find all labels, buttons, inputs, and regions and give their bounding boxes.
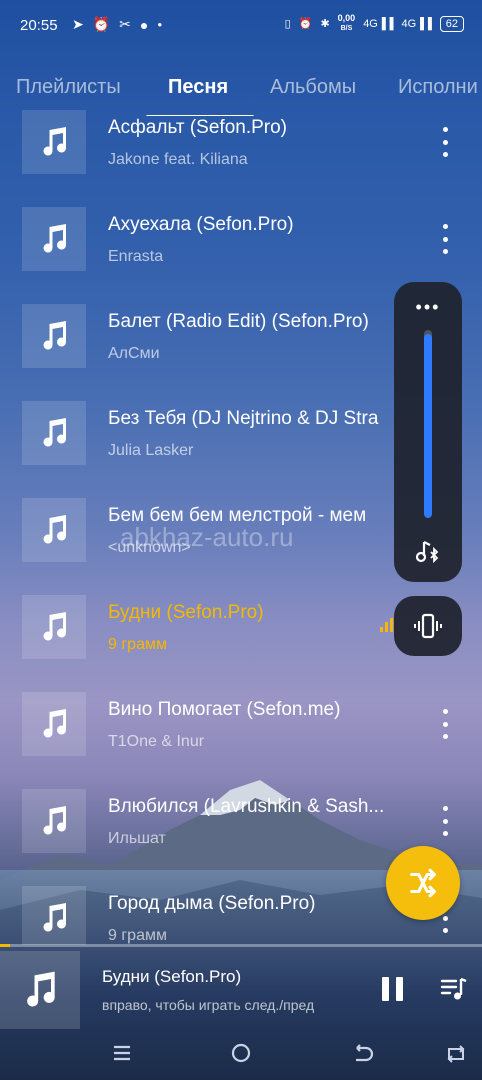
- music-note-icon: [43, 127, 67, 156]
- back-nav-icon[interactable]: [350, 1041, 374, 1065]
- now-playing-art: [0, 951, 80, 1029]
- menu-nav-icon[interactable]: [110, 1041, 134, 1065]
- more-options-icon[interactable]: [436, 127, 454, 157]
- net-speed: 0,00 B/S: [338, 14, 356, 33]
- alarm-icon: ⏰: [92, 16, 111, 32]
- vibrate-toggle-button[interactable]: [394, 596, 462, 656]
- signal-4g-1: 4G▐▐: [363, 17, 394, 30]
- more-options-icon[interactable]: [436, 806, 454, 836]
- shuffle-button[interactable]: [386, 846, 460, 920]
- tab-indicator: [146, 115, 254, 116]
- album-art-placeholder: [22, 110, 86, 174]
- album-art-placeholder: [22, 886, 86, 945]
- song-title: Будни (Sefon.Pro): [108, 602, 264, 623]
- status-bar: 20:55 ➤ ⏰ ✂ ● ● ▯ ⏰ ✱ 0,00 B/S 4G▐▐ 4G▐▐…: [0, 0, 482, 56]
- song-title: Балет (Radio Edit) (Sefon.Pro): [108, 311, 369, 332]
- song-title: Ахуехала (Sefon.Pro): [108, 214, 294, 235]
- song-row[interactable]: Вино Помогает (Sefon.me) T1One & Inur: [0, 677, 482, 774]
- album-art-placeholder: [22, 692, 86, 756]
- recents-nav-icon[interactable]: [444, 1041, 468, 1065]
- queue-icon[interactable]: [440, 975, 468, 1003]
- net1-label: 4G: [363, 17, 378, 30]
- battery-icon: 62: [439, 15, 464, 32]
- more-notifications-icon: ●: [157, 20, 163, 29]
- music-note-icon: [43, 515, 67, 544]
- mini-player[interactable]: Будни (Sefon.Pro) вправо, чтобы играть с…: [0, 947, 482, 1029]
- tab-playlists[interactable]: Плейлисты: [16, 76, 121, 99]
- song-title: Асфальт (Sefon.Pro): [108, 117, 288, 138]
- album-art-placeholder: [22, 595, 86, 659]
- bluetooth-music-icon[interactable]: [414, 538, 442, 566]
- status-time: 20:55: [20, 17, 58, 34]
- pause-icon-bar: [396, 977, 403, 1001]
- tab-albums[interactable]: Альбомы: [270, 76, 356, 99]
- song-title: Влюбился (Lavrushkin & Sash...: [108, 796, 385, 817]
- music-note-icon: [43, 418, 67, 447]
- song-row[interactable]: Ахуехала (Sefon.Pro) Enrasta: [0, 192, 482, 289]
- song-title: Город дыма (Sefon.Pro): [108, 893, 316, 914]
- tab-bar: Плейлисты Песня Альбомы Исполни: [0, 72, 482, 116]
- song-artist: 9 грамм: [108, 636, 167, 653]
- song-title: Без Тебя (DJ Nejtrino & DJ Stra: [108, 408, 379, 429]
- vibrate-icon: [414, 613, 442, 639]
- now-playing-hint: вправо, чтобы играть след./пред: [102, 997, 315, 1013]
- volume-slider-fill: [424, 333, 432, 518]
- volume-more-icon[interactable]: •••: [394, 298, 462, 316]
- music-note-icon: [27, 971, 55, 1007]
- music-note-icon: [43, 709, 67, 738]
- tab-songs[interactable]: Песня: [168, 76, 228, 99]
- music-note-icon: [43, 612, 67, 641]
- song-artist: АлСми: [108, 345, 160, 362]
- system-icons: ▯ ⏰ ✱ 0,00 B/S 4G▐▐ 4G▐▐ 62: [285, 14, 464, 33]
- watermark: abkhaz-auto.ru: [120, 522, 294, 552]
- net2-label: 4G: [401, 17, 417, 30]
- song-artist: Ильшат: [108, 830, 166, 847]
- song-artist: Enrasta: [108, 248, 164, 265]
- alarm-clock-icon: ⏰: [298, 18, 313, 30]
- shuffle-icon: [410, 868, 436, 898]
- song-artist: T1One & Inur: [108, 733, 205, 750]
- song-artist: Jakone feat. Kiliana: [108, 151, 248, 168]
- album-art-placeholder: [22, 789, 86, 853]
- song-artist: 9 грамм: [108, 927, 167, 944]
- tab-artists[interactable]: Исполни: [398, 76, 478, 99]
- music-note-icon: [43, 903, 67, 932]
- volume-panel: •••: [394, 282, 462, 582]
- bluetooth-icon: ✱: [320, 18, 330, 30]
- more-options-icon[interactable]: [436, 709, 454, 739]
- vibrate-icon: ▯: [284, 18, 291, 30]
- navigation-bar: [0, 1026, 482, 1080]
- album-art-placeholder: [22, 304, 86, 368]
- album-art-placeholder: [22, 207, 86, 271]
- signal-4g-2: 4G▐▐: [401, 17, 432, 30]
- app-icon: ✂: [119, 16, 131, 32]
- music-note-icon: [43, 321, 67, 350]
- chat-icon: ●: [139, 16, 149, 33]
- album-art-placeholder: [22, 401, 86, 465]
- song-title: Вино Помогает (Sefon.me): [108, 699, 341, 720]
- volume-slider[interactable]: [424, 330, 432, 518]
- pause-button[interactable]: [382, 977, 404, 1001]
- more-options-icon[interactable]: [436, 224, 454, 254]
- telegram-icon: ➤: [72, 16, 84, 32]
- now-playing-title: Будни (Sefon.Pro): [102, 967, 242, 986]
- music-note-icon: [43, 224, 67, 253]
- equalizer-icon: [380, 618, 393, 632]
- net-speed-value: 0,00: [337, 13, 356, 23]
- notification-icons: ➤ ⏰ ✂ ● ●: [72, 16, 162, 33]
- pause-icon: [382, 977, 389, 1001]
- song-artist: Julia Lasker: [108, 442, 194, 459]
- home-nav-icon[interactable]: [229, 1041, 253, 1065]
- net-speed-unit: B/S: [340, 25, 353, 32]
- music-note-icon: [43, 806, 67, 835]
- album-art-placeholder: [22, 498, 86, 562]
